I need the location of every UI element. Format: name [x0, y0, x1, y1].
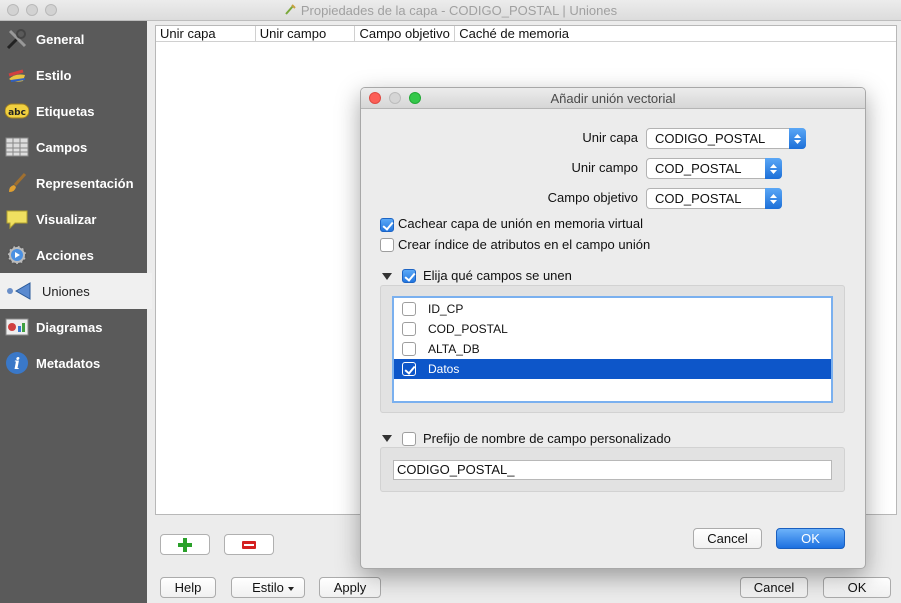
sidebar-item-label: Estilo [36, 67, 72, 83]
sidebar-item-campos[interactable]: Campos [0, 129, 147, 165]
sidebar-item-label: Campos [36, 139, 88, 155]
dropdown-arrow-icon [288, 587, 294, 591]
field-name: ID_CP [428, 302, 464, 316]
sidebar-item-etiquetas[interactable]: abc Etiquetas [0, 93, 147, 129]
column-header[interactable]: Campo objetivo [355, 26, 456, 41]
prefix-checkbox[interactable] [402, 432, 416, 446]
prefix-label: Prefijo de nombre de campo personalizado [423, 431, 671, 446]
svg-text:abc: abc [8, 108, 26, 118]
sidebar-item-representacion[interactable]: Representación [0, 165, 147, 201]
apply-button[interactable]: Apply [319, 577, 381, 598]
join-icon [6, 278, 32, 304]
cache-label: Cachear capa de unión en memoria virtual [398, 216, 643, 231]
field-checkbox[interactable] [402, 322, 416, 336]
dialog-ok-button[interactable]: OK [776, 528, 845, 549]
sidebar-item-acciones[interactable]: Acciones [0, 237, 147, 273]
fields-list[interactable]: ID_CP COD_POSTAL ALTA_DB Datos [392, 296, 833, 403]
sidebar-item-label: General [36, 31, 85, 47]
style-menu-label: Estilo [252, 580, 284, 595]
column-header[interactable]: Unir capa [156, 26, 256, 41]
cache-checkbox[interactable] [380, 218, 394, 232]
column-header[interactable]: Unir campo [256, 26, 356, 41]
collapse-triangle-icon[interactable] [382, 273, 392, 280]
window-title-text: Propiedades de la capa - CODIGO_POSTAL |… [300, 3, 618, 18]
table-icon [4, 134, 30, 160]
combo-arrows-icon [765, 188, 782, 209]
sidebar-item-label: Uniones [42, 283, 90, 299]
paintbrush-icon [4, 170, 30, 196]
sidebar-item-label: Acciones [36, 247, 94, 263]
join-field-value: COD_POSTAL [655, 161, 742, 176]
column-header[interactable]: Caché de memoria [455, 26, 896, 41]
list-item[interactable]: COD_POSTAL [394, 319, 831, 339]
sidebar: General Estilo abc Etiquetas Campos Repr… [0, 21, 152, 603]
ok-button[interactable]: OK [823, 577, 891, 598]
dialog-titlebar: Añadir unión vectorial [361, 88, 865, 109]
sidebar-item-visualizar[interactable]: Visualizar [0, 201, 147, 237]
sidebar-item-diagramas[interactable]: Diagramas [0, 309, 147, 345]
target-field-value: COD_POSTAL [655, 191, 742, 206]
choose-fields-label: Elija qué campos se unen [423, 268, 572, 283]
tools-icon [4, 26, 30, 52]
brush-icon [4, 62, 30, 88]
info-icon: i [4, 350, 30, 376]
field-checkbox[interactable] [402, 342, 416, 356]
sidebar-item-estilo[interactable]: Estilo [0, 57, 147, 93]
list-item[interactable]: ID_CP [394, 299, 831, 319]
join-layer-label: Unir capa [582, 130, 638, 145]
sidebar-item-label: Diagramas [36, 319, 103, 335]
create-index-checkbox[interactable] [380, 238, 394, 252]
combo-arrows-icon [789, 128, 806, 149]
sidebar-item-metadatos[interactable]: i Metadatos [0, 345, 147, 381]
help-button[interactable]: Help [160, 577, 216, 598]
join-field-combo[interactable]: COD_POSTAL [646, 158, 782, 179]
style-menu-button[interactable]: Estilo [231, 577, 305, 598]
create-index-label: Crear índice de atributos en el campo un… [398, 237, 651, 252]
collapse-triangle-icon[interactable] [382, 435, 392, 442]
minus-icon [242, 540, 256, 549]
gear-play-icon [4, 242, 30, 268]
sidebar-item-label: Metadatos [36, 355, 101, 371]
layer-properties-icon [285, 4, 296, 15]
dialog-title: Añadir unión vectorial [550, 91, 676, 106]
join-field-label: Unir campo [571, 160, 638, 175]
field-checkbox[interactable] [402, 302, 416, 316]
speech-bubble-icon [4, 206, 30, 232]
sidebar-item-label: Representación [36, 175, 134, 191]
field-name: ALTA_DB [428, 342, 480, 356]
joins-table-header: Unir capa Unir campo Campo objetivo Cach… [156, 26, 896, 42]
abc-label-icon: abc [4, 98, 30, 124]
list-item[interactable]: Datos [394, 359, 831, 379]
target-field-combo[interactable]: COD_POSTAL [646, 188, 782, 209]
sidebar-item-label: Etiquetas [36, 103, 95, 119]
prefix-input[interactable]: CODIGO_POSTAL_ [393, 460, 832, 480]
diagram-icon [4, 314, 30, 340]
field-name: Datos [428, 362, 460, 376]
add-join-button[interactable] [160, 534, 210, 555]
plus-icon [178, 537, 192, 552]
join-layer-combo[interactable]: CODIGO_POSTAL [646, 128, 806, 149]
list-item[interactable]: ALTA_DB [394, 339, 831, 359]
combo-arrows-icon [765, 158, 782, 179]
cancel-button[interactable]: Cancel [740, 577, 808, 598]
target-field-label: Campo objetivo [547, 190, 638, 205]
window-titlebar: Propiedades de la capa - CODIGO_POSTAL |… [0, 0, 901, 21]
svg-text:i: i [14, 354, 20, 373]
sidebar-item-uniones[interactable]: Uniones [0, 273, 152, 309]
sidebar-item-label: Visualizar [36, 211, 97, 227]
field-checkbox[interactable] [402, 362, 416, 376]
field-name: COD_POSTAL [428, 322, 508, 336]
sidebar-item-general[interactable]: General [0, 21, 147, 57]
join-layer-value: CODIGO_POSTAL [655, 131, 766, 146]
remove-join-button[interactable] [224, 534, 274, 555]
choose-fields-checkbox[interactable] [402, 269, 416, 283]
dialog-cancel-button[interactable]: Cancel [693, 528, 762, 549]
window-title: Propiedades de la capa - CODIGO_POSTAL |… [0, 3, 901, 18]
